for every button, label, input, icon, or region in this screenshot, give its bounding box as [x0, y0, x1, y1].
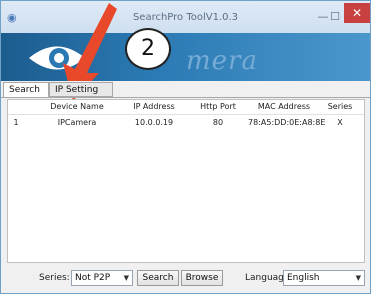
window-title: SearchPro ToolV1.0.3	[132, 12, 239, 23]
row-http-port: 80	[212, 118, 224, 127]
chevron-down-icon: ▼	[355, 274, 361, 282]
chevron-down-icon: ▼	[123, 274, 129, 282]
tab-ip-setting[interactable]: IP Setting	[49, 82, 113, 97]
device-table: Device Name IP Address Http Port MAC Add…	[7, 99, 365, 263]
language-select-value: English	[287, 273, 320, 283]
row-mac-address: 78:A5:DD:0E:A8:8E	[248, 118, 326, 127]
col-device-name[interactable]: Device Name	[32, 100, 122, 114]
browse-button[interactable]: Browse	[181, 270, 223, 286]
tab-bar: Search IP Setting	[1, 81, 370, 98]
banner-watermark: mera	[186, 46, 258, 76]
title-bar[interactable]: ◉ SearchPro ToolV1.0.3 — ☐ ✕	[1, 1, 370, 33]
close-button[interactable]: ✕	[344, 3, 370, 23]
language-select[interactable]: English ▼	[283, 270, 365, 286]
series-select-value: Not P2P	[75, 273, 111, 283]
row-ip-address: 10.0.0.19	[134, 118, 174, 127]
tab-search[interactable]: Search	[3, 82, 49, 97]
maximize-button[interactable]: ☐	[328, 9, 342, 25]
series-select[interactable]: Not P2P ▼	[71, 270, 133, 286]
col-ip-address[interactable]: IP Address	[124, 100, 184, 114]
series-label: Series:	[39, 273, 70, 283]
table-row[interactable]: 1 IPCamera 10.0.0.19 80 78:A5:DD:0E:A8:8…	[8, 116, 364, 130]
app-window: ◉ SearchPro ToolV1.0.3 — ☐ ✕ mera 2 Sear…	[0, 0, 371, 294]
col-http-port[interactable]: Http Port	[194, 100, 242, 114]
col-mac-address[interactable]: MAC Address	[248, 100, 320, 114]
row-device-name: IPCamera	[57, 118, 97, 127]
step-callout: 2	[125, 28, 171, 70]
col-index[interactable]	[8, 100, 24, 114]
row-series: X	[337, 118, 343, 127]
table-header: Device Name IP Address Http Port MAC Add…	[8, 100, 364, 115]
search-button[interactable]: Search	[137, 270, 179, 286]
col-series[interactable]: Series	[320, 100, 360, 114]
row-index: 1	[13, 118, 19, 127]
bottom-toolbar: Series: Not P2P ▼ Search Browse Language…	[1, 267, 370, 291]
